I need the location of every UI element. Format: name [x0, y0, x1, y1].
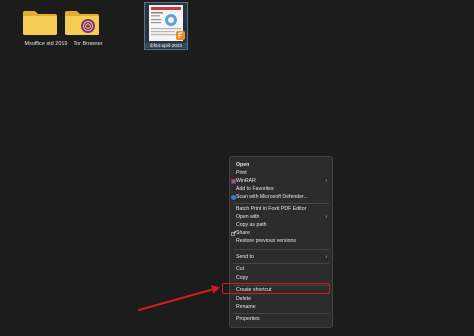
menu-item-label: Copy [236, 275, 249, 281]
chevron-right-icon: › [325, 214, 327, 220]
menu-item-delete[interactable]: Delete [230, 295, 332, 303]
annotation-highlight-box [222, 283, 330, 294]
menu-item-label: Restore previous versions [236, 238, 296, 244]
context-menu: Open Print WinRAR › Add to Favorites Sca… [229, 156, 333, 328]
desktop-icon-label: ibf04-april-2023 [145, 43, 187, 48]
menu-item-label: Batch Print in Foxit PDF Editor [236, 206, 307, 212]
menu-item-label: Properties [236, 316, 260, 322]
foxit-badge-icon [176, 31, 185, 40]
desktop-icon-pdf-file[interactable]: ibf04-april-2023 [144, 2, 188, 50]
folder-tor-icon [65, 11, 99, 35]
menu-item-copy[interactable]: Copy [230, 274, 332, 282]
menu-item-add-to-favorites[interactable]: Add to Favorites [230, 185, 332, 193]
menu-item-label: Copy as path [236, 222, 267, 228]
menu-item-rename[interactable]: Rename [230, 303, 332, 311]
desktop-icon-label: Tor Browser [73, 41, 103, 47]
menu-item-label: Delete [236, 296, 251, 302]
menu-item-print[interactable]: Print [230, 169, 332, 177]
desktop-icon-msoffice[interactable]: Msoffice std 2019 [22, 8, 68, 48]
menu-separator [233, 203, 329, 204]
menu-separator [233, 249, 329, 250]
menu-item-label: Cut [236, 266, 245, 272]
menu-item-label: Rename [236, 304, 256, 310]
menu-separator [233, 313, 329, 314]
menu-item-label: Add to Favorites [236, 186, 274, 192]
folder-icon [23, 11, 57, 35]
menu-item-properties[interactable]: Properties [230, 315, 332, 323]
menu-item-label: WinRAR [236, 178, 256, 184]
menu-item-send-to[interactable]: Send to › [230, 253, 332, 261]
menu-item-winrar[interactable]: WinRAR › [230, 177, 332, 185]
menu-item-scan-defender[interactable]: Scan with Microsoft Defender... [230, 193, 332, 201]
menu-item-open-with[interactable]: Open with › [230, 213, 332, 221]
desktop-icon-tor-browser[interactable]: Tor Browser [64, 8, 103, 48]
menu-item-label: Scan with Microsoft Defender... [236, 194, 308, 200]
menu-item-open[interactable]: Open [230, 161, 332, 169]
menu-item-share[interactable]: Share [230, 229, 332, 237]
chevron-right-icon: › [325, 254, 327, 260]
menu-item-label: Print [236, 170, 247, 176]
menu-item-label: Share [236, 230, 250, 236]
menu-item-copy-as-path[interactable]: Copy as path [230, 221, 332, 229]
menu-item-cut[interactable]: Cut [230, 265, 332, 273]
menu-item-label: Open [236, 162, 250, 168]
menu-separator [233, 263, 329, 264]
menu-item-label: Send to [236, 254, 254, 260]
menu-item-restore-previous-versions[interactable]: Restore previous versions [230, 237, 332, 245]
menu-item-label: Open with [236, 214, 260, 220]
chevron-right-icon: › [325, 178, 327, 184]
menu-item-batch-print-foxit[interactable]: Batch Print in Foxit PDF Editor [230, 205, 332, 213]
